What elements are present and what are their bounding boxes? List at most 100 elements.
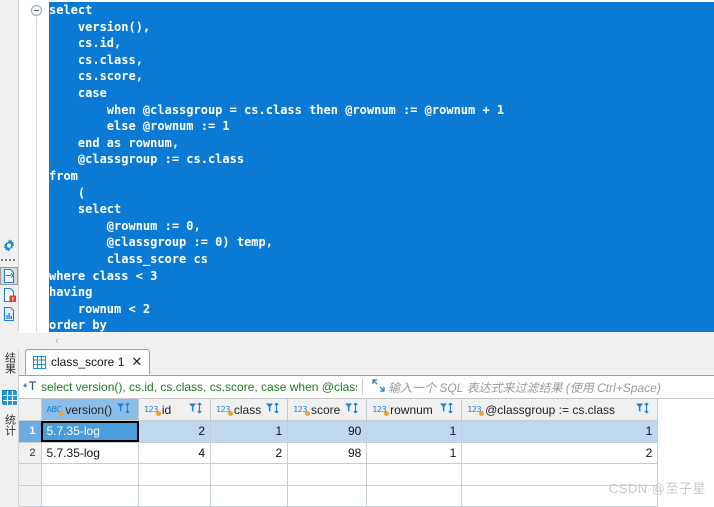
code-line: @classgroup := cs.class bbox=[49, 151, 714, 168]
column-header-label: score bbox=[311, 402, 341, 417]
row-number-cell bbox=[19, 463, 42, 486]
table-cell bbox=[461, 463, 659, 486]
results-main: class_score 1 ✕ select version(), cs.id,… bbox=[19, 349, 714, 507]
column-header-label: @classgroup := cs.class bbox=[485, 402, 616, 417]
table-cell bbox=[210, 485, 289, 507]
row-number-cell[interactable]: 2 bbox=[19, 442, 42, 464]
results-rail-top-group: 结果 bbox=[1, 352, 17, 374]
error-document-icon[interactable] bbox=[1, 287, 17, 303]
column-key-dot-icon bbox=[59, 411, 65, 416]
code-line-text: case bbox=[49, 84, 714, 102]
table-cell[interactable]: 5.7.35-log bbox=[41, 420, 140, 443]
results-rail-bottom-group[interactable]: 统计 bbox=[1, 414, 17, 436]
table-cell[interactable]: 1 bbox=[366, 420, 463, 443]
statistics-document-icon[interactable] bbox=[1, 306, 17, 322]
results-left-rail: 结果 统计 bbox=[0, 350, 19, 507]
left-icon-rail bbox=[0, 0, 19, 350]
code-line-text: when @classgroup = cs.class then @rownum… bbox=[49, 101, 714, 119]
column-header-inner: 123 @classgroup := cs.class bbox=[467, 399, 652, 420]
column-header[interactable]: 123 @classgroup := cs.class bbox=[461, 399, 659, 421]
fold-collapse-icon[interactable] bbox=[31, 5, 42, 16]
expand-icon[interactable] bbox=[368, 379, 388, 395]
table-cell[interactable]: 2 bbox=[461, 442, 659, 464]
left-icon-rail-buttons bbox=[0, 238, 18, 322]
table-cell bbox=[287, 485, 368, 507]
column-header[interactable]: 123 rownum bbox=[366, 399, 463, 421]
code-line: select bbox=[49, 201, 714, 218]
editor-horizontal-scrollbar[interactable]: ‹ bbox=[18, 332, 714, 350]
table-cell[interactable]: 4 bbox=[138, 442, 212, 464]
code-line: class_score cs bbox=[49, 250, 714, 268]
table-cell bbox=[138, 485, 212, 507]
result-grid[interactable]: ABC version() 123 id 123 class 123 score 123 rown… bbox=[19, 399, 659, 507]
column-key-dot-icon bbox=[479, 411, 485, 416]
table-cell[interactable]: 2 bbox=[138, 420, 212, 443]
table-row[interactable]: 1 5.7.35-log 2 1 90 1 1 bbox=[19, 420, 659, 443]
gear-icon[interactable] bbox=[1, 238, 17, 254]
column-type-icon: 123 bbox=[293, 405, 310, 416]
table-cell[interactable]: 98 bbox=[287, 442, 368, 464]
column-filter-sort-icons[interactable] bbox=[116, 402, 133, 417]
code-line-text: end as rownum, bbox=[49, 134, 714, 152]
code-line: select bbox=[49, 2, 714, 19]
results-region: 结果 统计 class_score 1 ✕ select version(), … bbox=[0, 349, 714, 507]
table-cell[interactable]: 1 bbox=[366, 442, 463, 464]
result-grid-wrapper[interactable]: ABC version() 123 id 123 class 123 score 123 rown… bbox=[19, 399, 714, 507]
table-cell bbox=[461, 485, 659, 507]
code-line: @rownum := 0, bbox=[49, 217, 714, 235]
column-header[interactable]: 123 score bbox=[287, 399, 368, 421]
dots-glyph bbox=[1, 257, 15, 263]
table-cell bbox=[138, 463, 212, 486]
code-line-text: @rownum := 0, bbox=[49, 217, 714, 235]
table-cell[interactable]: 2 bbox=[210, 442, 289, 464]
table-cell bbox=[41, 485, 140, 507]
sql-editor-icon[interactable] bbox=[0, 267, 18, 285]
column-filter-sort-icons[interactable] bbox=[188, 402, 205, 417]
tab-class-score-1[interactable]: class_score 1 ✕ bbox=[25, 349, 151, 375]
code-line: case bbox=[49, 84, 714, 102]
code-line-text: cs.score, bbox=[49, 68, 714, 85]
table-cell bbox=[210, 463, 289, 486]
column-header-inner: 123 score bbox=[293, 399, 361, 420]
column-header-label: version() bbox=[65, 402, 113, 417]
column-header-inner: 123 class bbox=[216, 399, 282, 420]
column-filter-sort-icons[interactable] bbox=[635, 402, 652, 417]
result-grid-header: ABC version() 123 id 123 class 123 score 123 rown… bbox=[19, 399, 659, 421]
scroll-left-icon[interactable]: ‹ bbox=[52, 336, 62, 347]
table-cell[interactable]: 5.7.35-log bbox=[41, 442, 140, 464]
table-cell[interactable]: 1 bbox=[461, 420, 659, 443]
code-line: cs.class, bbox=[49, 51, 714, 69]
sql-code-text[interactable]: select version(), cs.id, cs.class, cs.sc… bbox=[49, 2, 714, 350]
code-line: rownum < 2 bbox=[49, 300, 714, 318]
empty-row bbox=[19, 463, 659, 486]
statistics-panel-label: 统计 bbox=[3, 414, 16, 436]
column-filter-sort-icons[interactable] bbox=[439, 402, 456, 417]
table-row[interactable]: 2 5.7.35-log 4 2 98 1 2 bbox=[19, 442, 659, 464]
header-row: ABC version() 123 id 123 class 123 score 123 rown… bbox=[19, 399, 659, 421]
column-header-inner: ABC version() bbox=[47, 399, 134, 420]
column-header-inner: 123 id bbox=[144, 399, 205, 420]
column-key-dot-icon bbox=[305, 411, 310, 416]
grid-icon bbox=[2, 390, 17, 405]
grid-corner-cell[interactable] bbox=[19, 399, 42, 421]
result-grid-body[interactable]: 1 5.7.35-log 2 1 90 1 1 2 5.7.35-log 4 2 98 1 2 bbox=[19, 420, 659, 507]
code-line: when @classgroup = cs.class then @rownum… bbox=[49, 101, 714, 119]
column-header[interactable]: ABC version() bbox=[41, 399, 140, 421]
filter-divider bbox=[362, 379, 363, 395]
code-line-text: cs.id, bbox=[49, 35, 714, 52]
column-filter-sort-icons[interactable] bbox=[265, 402, 282, 417]
row-number-cell[interactable]: 1 bbox=[19, 420, 42, 443]
result-filter-bar[interactable]: select version(), cs.id, cs.class, cs.sc… bbox=[19, 376, 714, 399]
results-grid-toggle[interactable] bbox=[1, 390, 17, 405]
column-type-icon: ABC bbox=[47, 405, 65, 416]
code-line: ( bbox=[49, 184, 714, 202]
column-header[interactable]: 123 class bbox=[210, 399, 289, 421]
table-cell[interactable]: 90 bbox=[287, 420, 368, 443]
column-header[interactable]: 123 id bbox=[138, 399, 212, 421]
close-icon[interactable]: ✕ bbox=[131, 356, 142, 369]
table-cell[interactable]: 1 bbox=[210, 420, 289, 443]
column-filter-sort-icons[interactable] bbox=[344, 402, 361, 417]
filter-placeholder-text: 输入一个 SQL 表达式来过滤结果 (使用 Ctrl+Space) bbox=[388, 380, 661, 395]
code-line: having bbox=[49, 284, 714, 301]
sql-code-area[interactable]: select version(), cs.id, cs.class, cs.sc… bbox=[49, 0, 714, 350]
